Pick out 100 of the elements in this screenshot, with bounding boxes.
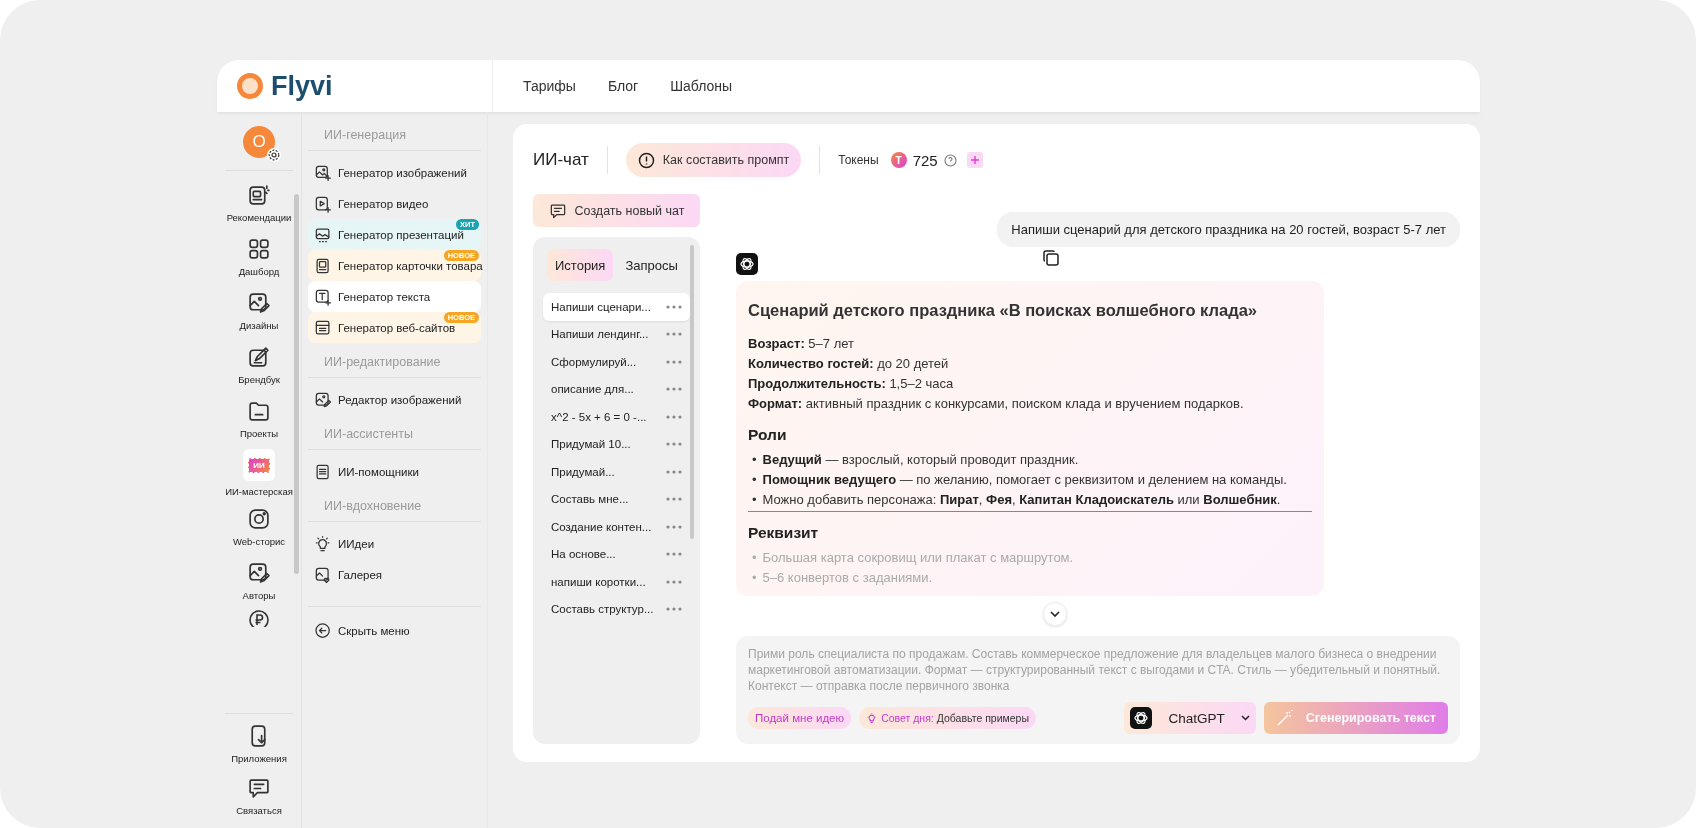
history-item[interactable]: x^2 - 5x + 6 = 0 -... — [543, 403, 690, 431]
more-icon[interactable] — [666, 607, 682, 612]
more-icon[interactable] — [666, 359, 682, 364]
more-icon[interactable] — [666, 524, 682, 529]
history-item[interactable]: Напиши лендинг... — [543, 320, 690, 348]
more-icon[interactable] — [666, 332, 682, 337]
arrow-left-icon — [314, 621, 332, 640]
sidebar-item[interactable]: Дашборд — [225, 231, 293, 283]
history-item[interactable]: Придумай 10... — [543, 430, 690, 458]
menu-item[interactable]: Редактор изображений — [308, 384, 481, 415]
menu-item[interactable]: Генератор видео — [308, 188, 481, 219]
sidebar-item[interactable]: ИИ ИИ-мастерская — [225, 447, 293, 499]
idea-button[interactable]: Подай мне идею — [748, 707, 852, 729]
history-item[interactable]: Напиши сценари... — [543, 293, 690, 321]
history-item-title: описание для... — [551, 383, 634, 396]
more-icon[interactable] — [666, 552, 682, 557]
history-item-title: Напиши лендинг... — [551, 328, 649, 341]
history-item-title: напиши коротки... — [551, 575, 646, 588]
sidebar-item[interactable]: Связаться — [225, 770, 293, 822]
sidebar-item[interactable]: Брендбук — [225, 339, 293, 391]
sidebar-item[interactable]: Приложения — [225, 718, 293, 770]
history-item[interactable]: описание для... — [543, 375, 690, 403]
bullet-marker: • — [752, 549, 757, 567]
prompt-help-button[interactable]: Как составить промпт — [625, 143, 802, 177]
magic-wand-icon — [1275, 709, 1294, 727]
token-coin-icon: T — [890, 152, 907, 168]
prompt-panel[interactable] — [736, 636, 1460, 744]
image-edit-icon — [247, 561, 271, 585]
bullet-item: Можно добавить персонажа: Пират, Фея, Капитан Кладоискатель или Волшебник. — [762, 491, 1281, 509]
history-item[interactable]: Составь структур... — [543, 595, 690, 623]
nav-link[interactable]: Блог — [607, 78, 639, 94]
copy-icon[interactable] — [1042, 249, 1060, 267]
lightbulb-icon — [314, 534, 332, 553]
logo-icon — [237, 73, 263, 99]
more-icon[interactable] — [666, 414, 682, 419]
history-item[interactable]: напиши коротки... — [543, 568, 690, 596]
presentation-icon — [314, 225, 332, 244]
settings-icon[interactable] — [267, 148, 281, 162]
tab[interactable]: История — [547, 249, 614, 281]
more-icon[interactable] — [666, 387, 682, 392]
tab[interactable]: Запросы — [617, 249, 686, 281]
response-fact: Возраст: 5–7 лет — [748, 335, 855, 353]
webpage-icon — [314, 318, 332, 337]
history-item-title: Придумай... — [551, 465, 615, 478]
ai-workshop-icon: ИИ — [243, 449, 275, 481]
response-fact: Продолжительность: 1,5–2 часа — [748, 375, 955, 393]
folder-icon — [247, 399, 271, 423]
scrollbar[interactable] — [690, 245, 694, 539]
image-edit-icon — [247, 291, 271, 315]
new-chat-button[interactable]: Создать новый чат — [533, 194, 700, 227]
help-icon[interactable] — [943, 153, 957, 167]
card-icon — [314, 256, 332, 275]
add-tokens-button[interactable] — [966, 152, 983, 168]
history-item[interactable]: На основе... — [543, 540, 690, 568]
more-icon[interactable] — [666, 304, 682, 309]
token-count: 725 — [912, 151, 938, 169]
caret-icon — [1240, 715, 1250, 721]
openai-logo-icon — [1130, 707, 1153, 729]
more-icon[interactable] — [666, 442, 682, 447]
bullet-marker: • — [752, 491, 757, 509]
page-title: ИИ-чат — [533, 150, 590, 170]
user-message: Напиши сценарий для детского праздника на 20 гостей, возраст 5-7 лет — [997, 212, 1460, 247]
bullet-item: 5–6 конвертов с заданиями. — [762, 569, 932, 587]
sidebar-item[interactable]: Web-сторис — [225, 501, 293, 553]
chat-icon — [247, 776, 271, 800]
more-icon[interactable] — [666, 579, 682, 584]
prompt-input-field[interactable]: Прими роль специалиста по продажам. Составь коммерческое предложение для владельцев малого бизнеса о внедрении маркетинговой автоматизации. Формат — структурированный текст с выгодами и CTA. Стиль — убедительный и понятный. Контекст — отправка после первичного звонка — [748, 646, 1448, 702]
menu-item[interactable]: ИИдеи — [308, 528, 481, 559]
more-icon[interactable] — [666, 469, 682, 474]
grid-icon — [247, 237, 271, 261]
model-select[interactable]: ChatGPT — [1124, 702, 1256, 734]
history-item[interactable]: Создание контен... — [543, 513, 690, 541]
ruble-icon[interactable] — [248, 609, 270, 627]
sidebar-item[interactable]: Авторы — [225, 555, 293, 607]
history-item[interactable]: Придумай... — [543, 458, 690, 486]
camera-icon — [247, 507, 271, 531]
menu-item[interactable]: Генератор изображений — [308, 157, 481, 188]
logo-text[interactable]: Flyvi — [271, 70, 333, 102]
video-icon — [314, 194, 332, 213]
menu-item[interactable]: Генератор текста — [308, 281, 481, 312]
history-item[interactable]: Составь мне... — [543, 485, 690, 513]
openai-logo-icon — [736, 253, 758, 275]
history-item-title: Напиши сценари... — [551, 300, 651, 313]
image-edit-icon — [314, 390, 332, 409]
sidebar-item[interactable]: Рекомендации — [225, 177, 293, 229]
gallery-icon — [314, 565, 332, 584]
alert-icon — [637, 151, 655, 169]
sidebar-item[interactable]: Проекты — [225, 393, 293, 445]
scrollbar[interactable] — [294, 194, 299, 574]
nav-link[interactable]: Шаблоны — [670, 78, 733, 94]
more-icon[interactable] — [666, 497, 682, 502]
scroll-down-button[interactable] — [1043, 602, 1067, 626]
menu-section-heading: ИИ-генерация — [308, 122, 481, 151]
menu-item[interactable]: Галерея — [308, 559, 481, 590]
sidebar-item[interactable]: Дизайны — [225, 285, 293, 337]
menu-item[interactable]: ИИ-помощники — [308, 456, 481, 487]
hide-menu-button[interactable]: Скрыть меню — [308, 615, 481, 646]
menu-section-heading: ИИ-редактирование — [308, 349, 481, 378]
nav-link[interactable]: Тарифы — [523, 78, 576, 94]
history-item[interactable]: Сформулируй... — [543, 348, 690, 376]
